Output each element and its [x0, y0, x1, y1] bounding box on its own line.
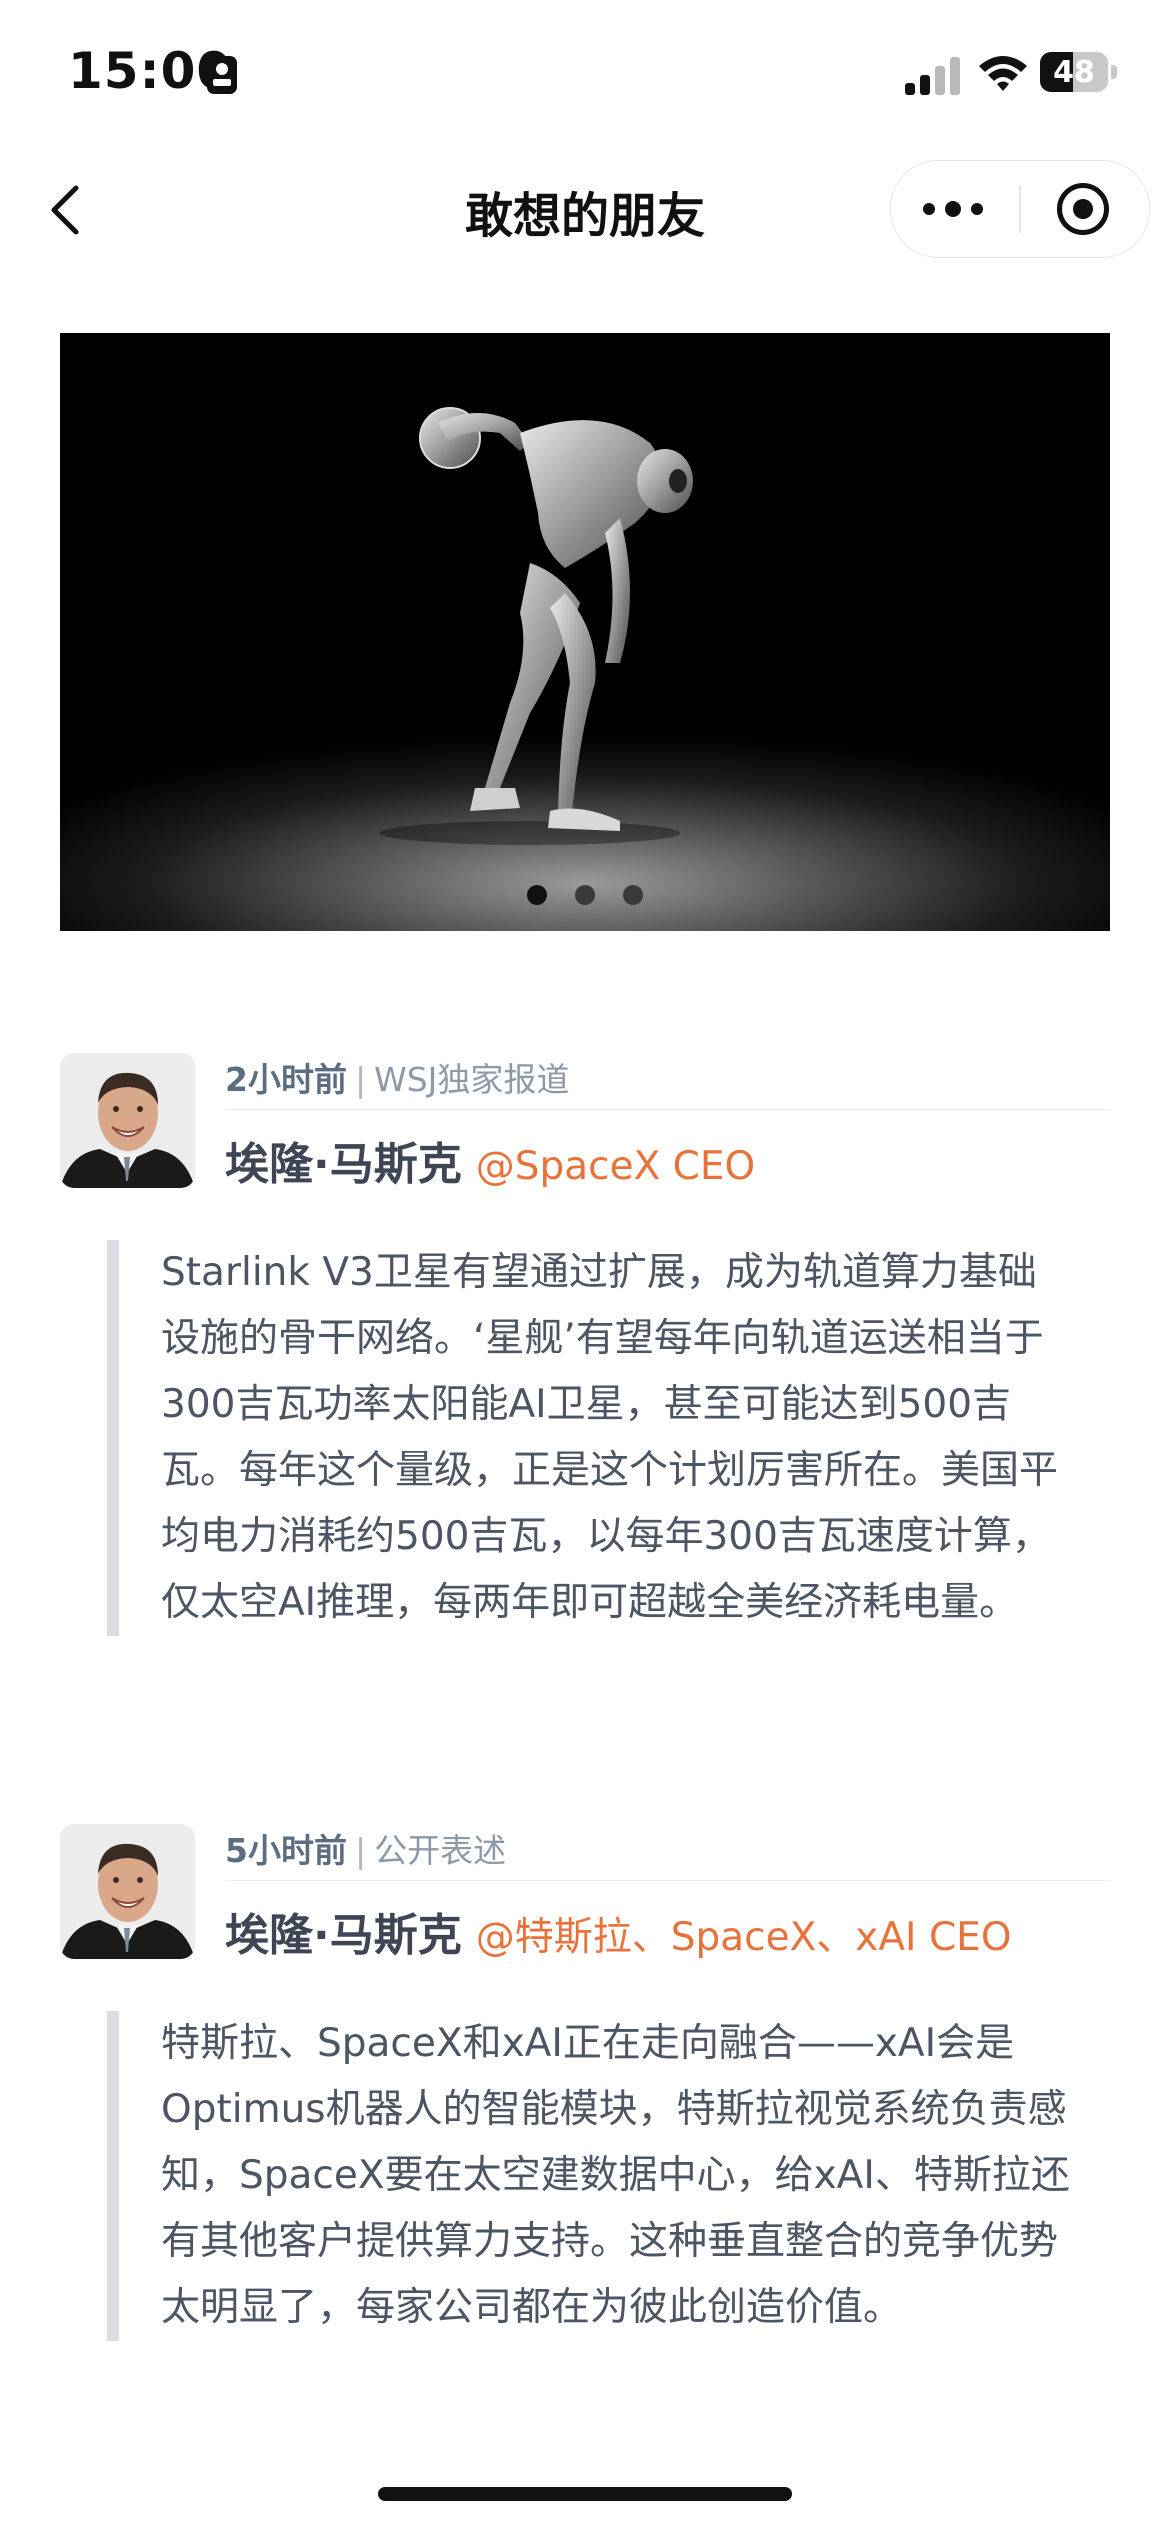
carousel-dot[interactable] [527, 885, 547, 905]
post-source: 公开表述 [374, 1831, 507, 1870]
post-meta: 2小时前 | WSJ独家报道 [225, 1053, 1110, 1110]
id-card-icon [207, 56, 237, 94]
time-ago: 5小时前 [225, 1831, 347, 1870]
more-button[interactable] [891, 161, 1019, 257]
target-circle-icon [1057, 183, 1109, 235]
meta-separator: | [354, 1831, 367, 1870]
author-name: 埃隆·马斯克 [225, 1139, 462, 1190]
author-handle[interactable]: @特斯拉、SpaceX、xAI CEO [476, 1915, 1012, 1960]
robot-discus-thrower-image [380, 407, 693, 845]
battery-icon: 48 [1040, 52, 1108, 92]
status-bar: 15:00 48 [0, 0, 1170, 150]
mini-program-capsule [890, 160, 1150, 258]
avatar[interactable] [60, 1824, 195, 1959]
home-indicator[interactable] [378, 2487, 792, 2501]
time-ago: 2小时前 [225, 1060, 347, 1099]
author-line: 埃隆·马斯克 @特斯拉、SpaceX、xAI CEO [225, 1899, 1012, 1963]
quote-text: Starlink V3卫星有望通过扩展，成为轨道算力基础设施的骨干网络。‘星舰’… [107, 1240, 1071, 1636]
author-line: 埃隆·马斯克 @SpaceX CEO [225, 1128, 755, 1192]
wifi-icon [975, 52, 1031, 96]
carousel-dot[interactable] [623, 885, 643, 905]
post-meta: 5小时前 | 公开表述 [225, 1824, 1110, 1881]
carousel-dot[interactable] [575, 885, 595, 905]
person-avatar-icon [60, 1824, 195, 1959]
author-handle[interactable]: @SpaceX CEO [476, 1144, 756, 1189]
close-miniprogram-button[interactable] [1021, 161, 1149, 257]
battery-percent: 48 [1053, 55, 1095, 90]
carousel-dots [60, 885, 1110, 909]
meta-separator: | [354, 1060, 367, 1099]
post-source: WSJ独家报道 [374, 1060, 570, 1099]
nav-bar: 敢想的朋友 [0, 150, 1170, 270]
cellular-signal-icon [905, 55, 960, 95]
person-avatar-icon [60, 1053, 195, 1188]
quote-text: 特斯拉、SpaceX和xAI正在走向融合——xAI会是Optimus机器人的智能… [107, 2011, 1071, 2341]
avatar[interactable] [60, 1053, 195, 1188]
hero-carousel[interactable] [60, 333, 1110, 931]
battery-cap [1111, 65, 1117, 79]
author-name: 埃隆·马斯克 [225, 1910, 462, 1961]
